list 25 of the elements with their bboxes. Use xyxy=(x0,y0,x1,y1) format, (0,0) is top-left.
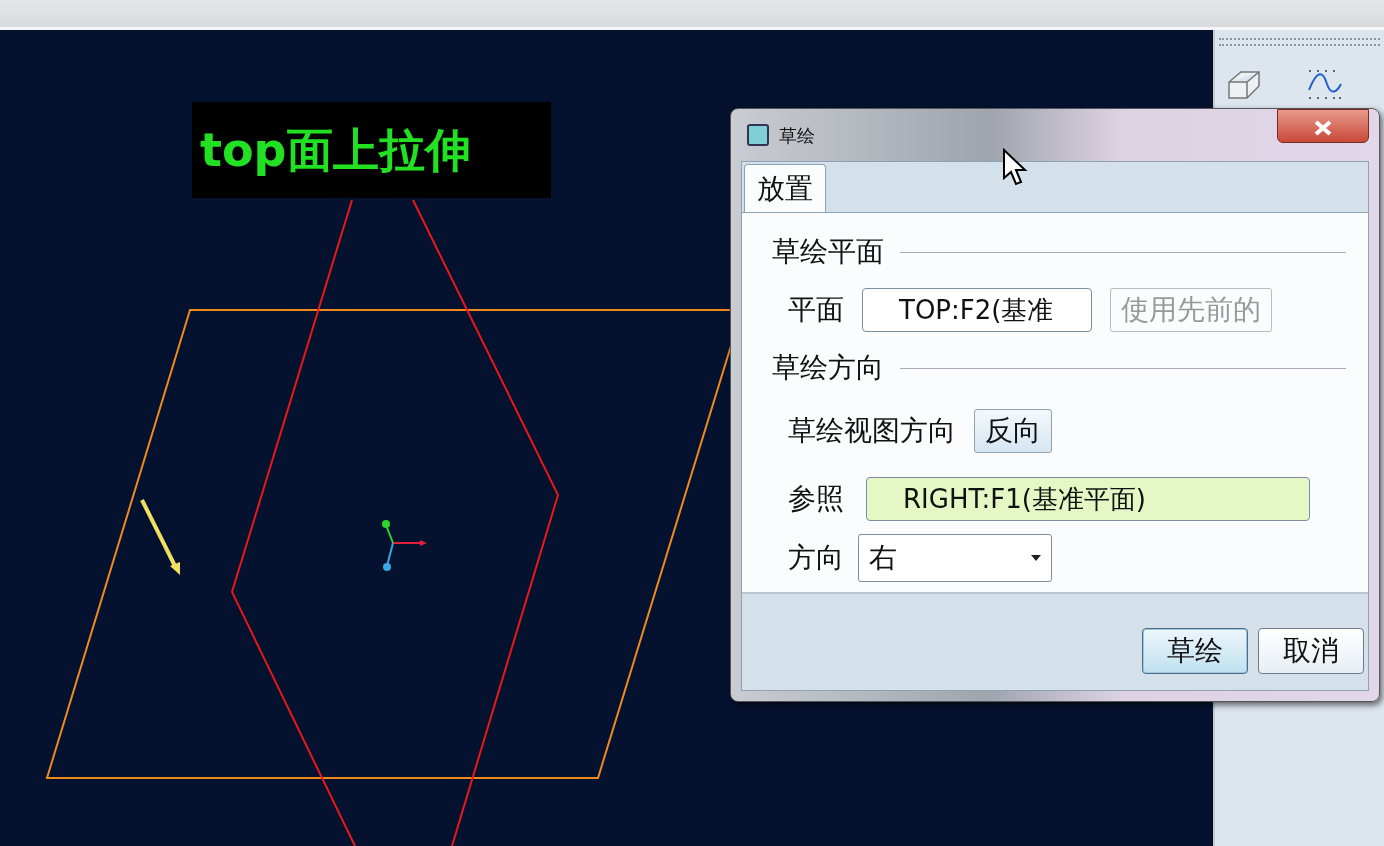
window-icon xyxy=(747,124,769,146)
close-icon xyxy=(1314,119,1332,136)
window-title: 草绘 xyxy=(779,123,815,148)
coordinate-triad-icon xyxy=(382,520,427,571)
cancel-button[interactable]: 取消 xyxy=(1258,628,1364,674)
section-heading: 草绘方向 xyxy=(772,350,884,386)
curve-icon[interactable] xyxy=(1307,68,1343,100)
arrow-icon xyxy=(140,499,180,575)
plane-field[interactable]: TOP:F2(基准 xyxy=(862,288,1092,332)
field-label: 参照 xyxy=(788,481,844,517)
caret-icon xyxy=(1031,555,1041,561)
reference-field[interactable]: RIGHT:F1(基准平面) xyxy=(866,477,1310,521)
field-label: 草绘视图方向 xyxy=(788,413,956,449)
caption-label: top面上拉伸 xyxy=(192,102,551,198)
close-button[interactable] xyxy=(1277,109,1369,143)
field-label: 平面 xyxy=(788,292,844,328)
sketch-button[interactable]: 草绘 xyxy=(1142,628,1248,674)
grip-handle[interactable] xyxy=(1219,38,1380,46)
field-label: 方向 xyxy=(788,540,844,576)
flip-button[interactable]: 反向 xyxy=(974,409,1052,453)
tab[interactable]: 放置 xyxy=(744,164,826,212)
box-icon[interactable] xyxy=(1227,68,1261,100)
mouse-pointer-icon xyxy=(1002,148,1028,188)
section-heading: 草绘平面 xyxy=(772,234,884,270)
direction-dropdown[interactable]: 右 xyxy=(858,534,1052,582)
